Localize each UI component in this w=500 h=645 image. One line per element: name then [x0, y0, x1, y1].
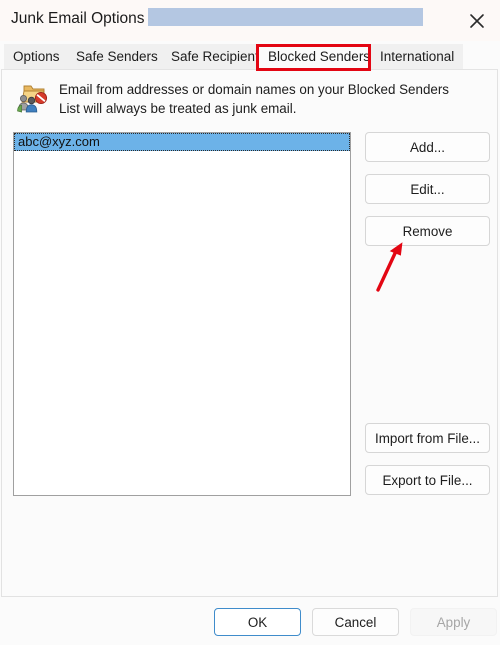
tab-options[interactable]: Options: [4, 44, 69, 70]
cancel-button[interactable]: Cancel: [312, 608, 399, 636]
panel-description-text: Email from addresses or domain names on …: [59, 82, 450, 116]
blocked-senders-folder-icon: [14, 82, 48, 114]
export-to-file-button[interactable]: Export to File...: [365, 465, 490, 495]
tab-international[interactable]: International: [371, 44, 464, 70]
apply-button: Apply: [410, 608, 497, 636]
junk-email-options-dialog: Junk Email Options - Options Safe Sender…: [0, 0, 500, 645]
close-button[interactable]: [454, 0, 500, 41]
import-from-file-button[interactable]: Import from File...: [365, 423, 490, 453]
remove-button[interactable]: Remove: [365, 216, 490, 246]
dialog-button-bar: OK Cancel Apply: [0, 597, 500, 645]
title-redaction-bar: [148, 8, 423, 26]
list-item[interactable]: abc@xyz.com: [14, 133, 350, 151]
blocked-senders-list[interactable]: abc@xyz.com: [13, 132, 351, 496]
tab-strip: Options Safe Senders Safe Recipients Blo…: [0, 44, 500, 70]
tab-safe-recipients[interactable]: Safe Recipients: [162, 44, 275, 70]
close-icon: [468, 12, 486, 30]
edit-button[interactable]: Edit...: [365, 174, 490, 204]
window-title: Junk Email Options -: [11, 10, 154, 27]
ok-button[interactable]: OK: [214, 608, 301, 636]
tab-blocked-senders[interactable]: Blocked Senders: [259, 44, 380, 70]
add-button[interactable]: Add...: [365, 132, 490, 162]
blocked-senders-panel: Email from addresses or domain names on …: [1, 69, 498, 597]
title-bar: Junk Email Options -: [0, 0, 500, 41]
tab-safe-senders[interactable]: Safe Senders: [67, 44, 167, 70]
panel-description: Email from addresses or domain names on …: [14, 80, 474, 124]
